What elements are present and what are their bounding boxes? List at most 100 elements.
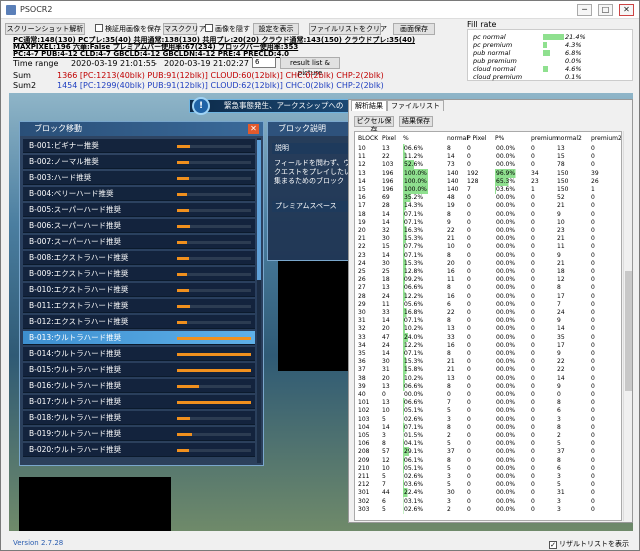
- clear-filelist-button[interactable]: ファイルリストをクリア: [309, 23, 387, 35]
- block-list-item[interactable]: B-018:ウルトラハード推奨: [23, 411, 255, 425]
- block-list-item[interactable]: B-017:ウルトラハード推奨: [23, 395, 255, 409]
- emergency-notice: 緊急事態発生、アークスシップへの: [189, 99, 369, 113]
- block-desc-text: フィールドを問わず、ウ クエストをプレイしたい 集まるためのブロック: [274, 159, 351, 185]
- block-list-item[interactable]: B-015:ウルトラハード推奨: [23, 363, 255, 377]
- block-list-item[interactable]: B-006:スーパーハード推奨: [23, 219, 255, 233]
- block-population-gauge: [177, 305, 251, 308]
- result-panel: 解析結果 ファイルリスト ピクセル保存 結果保存 BLOCK Pixel% norm…: [348, 99, 633, 523]
- gauge-fill: [177, 161, 189, 164]
- fill-rate-row: cloud premium 0.1%: [473, 73, 631, 81]
- time-range-input[interactable]: 6: [252, 57, 276, 68]
- minimize-button[interactable]: ─: [577, 4, 592, 16]
- time-range-end: 2020-03-19 21:02:27: [164, 59, 249, 68]
- block-list-item[interactable]: B-011:エクストラハード推奨: [23, 299, 255, 313]
- close-icon[interactable]: ✕: [248, 124, 259, 134]
- close-button[interactable]: ✕: [619, 4, 634, 16]
- column-header[interactable]: %: [403, 134, 409, 143]
- gauge-fill: [177, 209, 189, 212]
- hide-image-checkbox[interactable]: 画像を隠す: [205, 23, 250, 35]
- sum-values: 1366 [PC:1213(40blk) PUB:91(12blk)] CLOU…: [57, 71, 384, 80]
- gauge-fill: [177, 225, 190, 228]
- table-cell: 0: [467, 505, 471, 513]
- fill-rate-bar: [543, 50, 550, 56]
- scroll-thumb[interactable]: [625, 271, 632, 391]
- tab-file-list[interactable]: ファイルリスト: [387, 100, 444, 111]
- column-header[interactable]: Pixel: [382, 134, 396, 143]
- mask-clear-button[interactable]: マスククリア: [163, 23, 206, 35]
- column-header[interactable]: premium: [531, 134, 558, 143]
- column-header[interactable]: normal: [447, 134, 468, 143]
- result-list-picture-button[interactable]: result list & picture: [280, 57, 340, 77]
- block-list-item-label: B-008:エクストラハード推奨: [29, 253, 129, 262]
- save-result-button[interactable]: 結果保存: [399, 116, 433, 127]
- screenshot-analyze-button[interactable]: スクリーンショット解析: [5, 23, 85, 35]
- checkbox-box[interactable]: [95, 24, 103, 32]
- block-list-scrollbar[interactable]: [257, 138, 261, 463]
- fill-rate-name: pc premium: [473, 41, 513, 49]
- sum2-cloud: CLOUD:62(12blk)]: [210, 81, 283, 90]
- block-population-gauge: [177, 289, 251, 292]
- gauge-fill: [177, 417, 190, 420]
- fill-rate-title: Fill rate: [467, 20, 497, 29]
- block-list-item-label: B-011:エクストラハード推奨: [29, 301, 129, 310]
- save-image-button[interactable]: 画面保存: [393, 23, 435, 35]
- block-list-item[interactable]: B-012:エクストラハード推奨: [23, 315, 255, 329]
- fill-rate-row: pc normal 21.4%: [473, 33, 631, 41]
- block-list-item-label: B-003:ハード推奨: [29, 173, 92, 182]
- block-list-item[interactable]: B-014:ウルトラハード推奨: [23, 347, 255, 361]
- gauge-fill: [177, 257, 189, 260]
- checkbox-box[interactable]: [205, 24, 213, 32]
- block-list-item-label: B-018:ウルトラハード推奨: [29, 413, 122, 422]
- masked-area: [278, 261, 356, 371]
- block-population-gauge: [177, 241, 251, 244]
- block-list-item[interactable]: B-007:スーパーハード推奨: [23, 235, 255, 249]
- fill-rate-panel: pc normal 21.4% pc premium 4.3% pub normal 6.…: [467, 29, 633, 81]
- gauge-fill: [177, 305, 190, 308]
- column-header[interactable]: P%: [495, 134, 504, 143]
- sum2-pc: [PC:1299(40blk): [79, 81, 145, 90]
- table-cell: 0: [591, 505, 595, 513]
- block-list-item[interactable]: B-008:エクストラハード推奨: [23, 251, 255, 265]
- block-population-gauge: [177, 257, 251, 260]
- show-result-list-checkbox[interactable]: ✓ リザルトリストを表示: [549, 539, 629, 549]
- show-settings-button[interactable]: 設定を表示: [253, 23, 299, 35]
- column-header[interactable]: normal2: [557, 134, 582, 143]
- masked-area: [19, 477, 171, 531]
- maximize-button[interactable]: □: [598, 4, 613, 16]
- column-header[interactable]: P Pixel: [467, 134, 486, 143]
- block-list-item[interactable]: B-005:スーパーハード推奨: [23, 203, 255, 217]
- block-list-item[interactable]: B-003:ハード推奨: [23, 171, 255, 185]
- block-list-item[interactable]: B-010:エクストラハード推奨: [23, 283, 255, 297]
- gauge-fill: [177, 433, 192, 436]
- scroll-thumb[interactable]: [257, 140, 261, 280]
- tab-analysis-result[interactable]: 解析結果: [351, 100, 387, 111]
- block-list-item[interactable]: B-009:エクストラハード推奨: [23, 267, 255, 281]
- block-list-item-label: B-001:ビギナー推奨: [29, 141, 99, 150]
- block-list-item-label: B-012:エクストラハード推奨: [29, 317, 129, 326]
- block-desc-title: ブロック説明: [268, 122, 356, 136]
- time-range-label: Time range: [13, 59, 59, 68]
- block-population-gauge: [177, 177, 251, 180]
- save-check-image-checkbox[interactable]: 検証用画像を保存: [95, 23, 161, 35]
- checkbox-box[interactable]: ✓: [549, 541, 557, 549]
- premium-space-heading: プレミアムスペース: [272, 201, 352, 212]
- block-population-gauge: [177, 417, 251, 420]
- result-table-scrollbar[interactable]: [623, 131, 632, 521]
- column-header[interactable]: premium2: [591, 134, 621, 143]
- block-list-item[interactable]: B-004:ベリーハード推奨: [23, 187, 255, 201]
- block-list-item[interactable]: B-019:ウルトラハード推奨: [23, 427, 255, 441]
- block-list-item[interactable]: B-020:ウルトラハード推奨: [23, 443, 255, 457]
- block-list-item[interactable]: B-002:ノーマル推奨: [23, 155, 255, 169]
- block-list-item[interactable]: B-016:ウルトラハード推奨: [23, 379, 255, 393]
- block-list-item[interactable]: B-001:ビギナー推奨: [23, 139, 255, 153]
- block-population-gauge: [177, 145, 251, 148]
- sum-pub: PUB:91(12blk)]: [147, 71, 208, 80]
- table-row[interactable]: 303 5 02.6% 2 0 00.0% 0 3 0: [355, 504, 621, 514]
- block-population-gauge: [177, 273, 251, 276]
- block-desc-subheading: 説明: [272, 143, 352, 154]
- block-list-item[interactable]: B-013:ウルトラハード推奨: [23, 331, 255, 345]
- gauge-fill: [177, 193, 187, 196]
- sum-pc: [PC:1213(40blk): [79, 71, 145, 80]
- save-pixel-button[interactable]: ピクセル保存: [354, 116, 394, 134]
- column-header[interactable]: BLOCK: [358, 134, 378, 143]
